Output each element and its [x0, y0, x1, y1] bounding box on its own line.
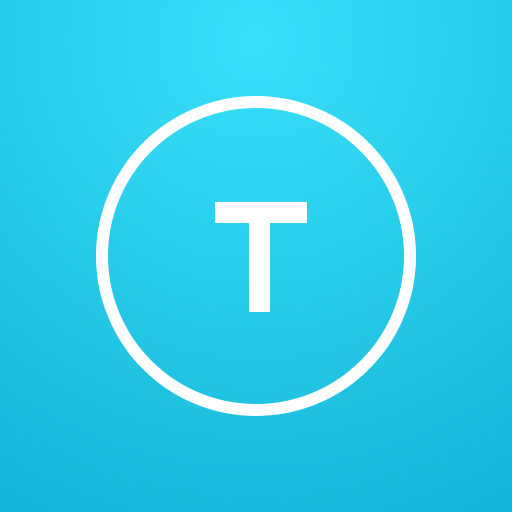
app-icon: [0, 0, 512, 512]
letter-t-stem: [249, 202, 270, 312]
circled-letter-t-logo: [96, 96, 416, 416]
